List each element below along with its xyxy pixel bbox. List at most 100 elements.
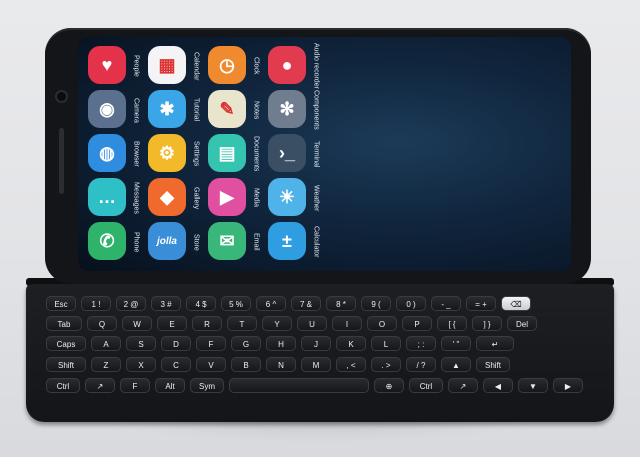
app-store[interactable]: jolla Store — [148, 219, 204, 265]
key-J[interactable]: J — [301, 336, 331, 351]
app-settings[interactable]: ⚙ Settings — [148, 131, 204, 177]
key-F[interactable]: F — [120, 378, 150, 393]
key-1-![interactable]: 1 ! — [81, 296, 111, 311]
app-label: Email — [252, 233, 260, 251]
app-calendar[interactable]: ▦ Calendar — [148, 43, 204, 89]
app-camera[interactable]: ◉ Camera — [88, 87, 144, 133]
key-X[interactable]: X — [126, 357, 156, 372]
app-weather[interactable]: ☀ Weather — [268, 175, 324, 221]
home-screen: ♥ People ▦ Calendar ◷ Clock ● Audio recorder ◉ Ca… — [78, 37, 571, 271]
app-label: Documents — [252, 136, 260, 172]
key-R[interactable]: R — [192, 316, 222, 331]
key-↗[interactable]: ↗ — [448, 378, 478, 393]
globe-icon: ◍ — [88, 134, 126, 172]
key-T[interactable]: T — [227, 316, 257, 331]
app-phone[interactable]: ✆ Phone — [88, 219, 144, 265]
key-Shift[interactable]: Shift — [476, 357, 510, 372]
key-.->[interactable]: . > — [371, 357, 401, 372]
key-A[interactable]: A — [91, 336, 121, 351]
app-components[interactable]: ✻ Components — [268, 87, 324, 133]
key-I[interactable]: I — [332, 316, 362, 331]
key-F[interactable]: F — [196, 336, 226, 351]
key-L[interactable]: L — [371, 336, 401, 351]
key-4-$[interactable]: 4 $ — [186, 296, 216, 311]
app-email[interactable]: ✉ Email — [208, 219, 264, 265]
app-label: Camera — [132, 97, 140, 123]
key-H[interactable]: H — [266, 336, 296, 351]
key-Alt[interactable]: Alt — [155, 378, 185, 393]
key-,-<[interactable]: , < — [336, 357, 366, 372]
key-space[interactable] — [229, 378, 369, 393]
front-camera-icon — [55, 90, 68, 103]
tutorial-icon: ✱ — [148, 90, 186, 128]
app-browser[interactable]: ◍ Browser — [88, 131, 144, 177]
hardware-keyboard: Esc 1 ! 2 @ 3 # 4 $ 5 % 6 ^ 7 & 8 * 9 ( 0 ) - _ = + ⌫… — [26, 284, 614, 422]
key-C[interactable]: C — [161, 357, 191, 372]
key-Y[interactable]: Y — [262, 316, 292, 331]
app-media[interactable]: ▶ Media — [208, 175, 264, 221]
key-=-+[interactable]: = + — [466, 296, 496, 311]
key-9-([interactable]: 9 ( — [361, 296, 391, 311]
key-Caps[interactable]: Caps — [46, 336, 86, 351]
app-notes[interactable]: ✎ Notes — [208, 87, 264, 133]
key-7-&[interactable]: 7 & — [291, 296, 321, 311]
app-messages[interactable]: … Messages — [88, 175, 144, 221]
app-label: Browser — [132, 141, 140, 167]
key-0-)[interactable]: 0 ) — [396, 296, 426, 311]
key-]-}[interactable]: ] } — [472, 316, 502, 331]
key-⊕[interactable]: ⊕ — [374, 378, 404, 393]
key-▲[interactable]: ▲ — [441, 357, 471, 372]
key-Esc[interactable]: Esc — [46, 296, 76, 311]
key-W[interactable]: W — [122, 316, 152, 331]
key-'-"[interactable]: ' " — [441, 336, 471, 351]
key-3-#[interactable]: 3 # — [151, 296, 181, 311]
key-M[interactable]: M — [301, 357, 331, 372]
key-/-?[interactable]: / ? — [406, 357, 436, 372]
app-tutorial[interactable]: ✱ Tutorial — [148, 87, 204, 133]
key-◀[interactable]: ◀ — [483, 378, 513, 393]
app-label: Clock — [252, 57, 260, 75]
key-5-%[interactable]: 5 % — [221, 296, 251, 311]
key-;-:[interactable]: ; : — [406, 336, 436, 351]
key-Shift[interactable]: Shift — [46, 357, 86, 372]
key-Del[interactable]: Del — [507, 316, 537, 331]
camera-icon: ◉ — [88, 90, 126, 128]
app-clock[interactable]: ◷ Clock — [208, 43, 264, 89]
key-2-@[interactable]: 2 @ — [116, 296, 146, 311]
key-↗[interactable]: ↗ — [85, 378, 115, 393]
key-U[interactable]: U — [297, 316, 327, 331]
key-Z[interactable]: Z — [91, 357, 121, 372]
key-S[interactable]: S — [126, 336, 156, 351]
app-gallery[interactable]: ◆ Gallery — [148, 175, 204, 221]
key-Ctrl[interactable]: Ctrl — [409, 378, 443, 393]
key-P[interactable]: P — [402, 316, 432, 331]
key-[-{[interactable]: [ { — [437, 316, 467, 331]
key---_[interactable]: - _ — [431, 296, 461, 311]
key-E[interactable]: E — [157, 316, 187, 331]
app-audio-recorder[interactable]: ● Audio recorder — [268, 43, 324, 89]
key-6-^[interactable]: 6 ^ — [256, 296, 286, 311]
key-O[interactable]: O — [367, 316, 397, 331]
app-label: Phone — [132, 231, 140, 253]
key-Tab[interactable]: Tab — [46, 316, 82, 331]
key-K[interactable]: K — [336, 336, 366, 351]
app-terminal[interactable]: ›_ Terminal — [268, 131, 324, 177]
key-8-*[interactable]: 8 * — [326, 296, 356, 311]
key-↵[interactable]: ↵ — [476, 336, 514, 351]
key-▼[interactable]: ▼ — [518, 378, 548, 393]
key-Ctrl[interactable]: Ctrl — [46, 378, 80, 393]
key-D[interactable]: D — [161, 336, 191, 351]
key-V[interactable]: V — [196, 357, 226, 372]
key-G[interactable]: G — [231, 336, 261, 351]
key-⌫[interactable]: ⌫ — [501, 296, 531, 311]
app-documents[interactable]: ▤ Documents — [208, 131, 264, 177]
key-Q[interactable]: Q — [87, 316, 117, 331]
key-▶[interactable]: ▶ — [553, 378, 583, 393]
gear-icon: ⚙ — [148, 134, 186, 172]
key-Sym[interactable]: Sym — [190, 378, 224, 393]
media-play-icon: ▶ — [208, 178, 246, 216]
key-B[interactable]: B — [231, 357, 261, 372]
app-calculator[interactable]: ± Calculator — [268, 219, 324, 265]
key-N[interactable]: N — [266, 357, 296, 372]
app-people[interactable]: ♥ People — [88, 43, 144, 89]
